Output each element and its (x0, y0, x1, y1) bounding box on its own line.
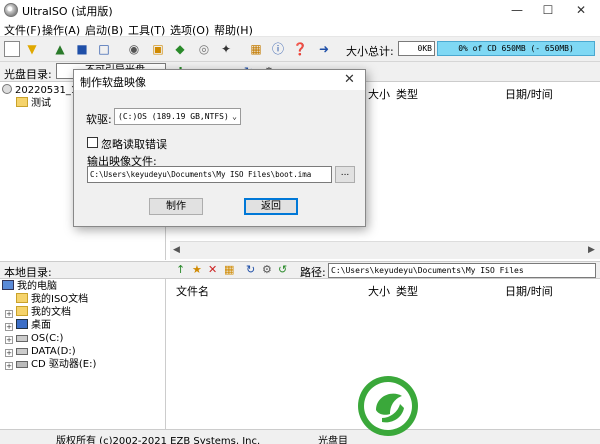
desktop-icon (16, 319, 28, 329)
expand-icon[interactable]: + (5, 310, 13, 318)
properties-icon[interactable]: ▦ (248, 41, 264, 57)
close-icon[interactable]: ✕ (566, 0, 596, 20)
disc-dir-label: 光盘目录: (4, 68, 52, 81)
save-icon[interactable]: ■ (74, 41, 90, 57)
tree-item-folder[interactable]: 测试 (16, 97, 51, 111)
extract-icon[interactable]: ▲ (52, 41, 68, 57)
title-bar: UltraISO (试用版) — ☐ ✕ (0, 0, 600, 20)
info-icon[interactable]: ⓘ (270, 41, 286, 57)
boot-icon[interactable]: ✦ (218, 41, 234, 57)
scroll-right-icon[interactable]: ▶ (588, 245, 595, 255)
folder-icon (16, 306, 28, 316)
horizontal-scrollbar[interactable]: ◀ ▶ (170, 241, 600, 259)
tree-item-my-computer[interactable]: 我的电脑 (2, 280, 57, 294)
lower-path-label: 路径: (300, 266, 326, 279)
tree-item-my-docs[interactable]: 我的文档 (16, 306, 71, 320)
tree-item-drive-d[interactable]: DATA(D:) (16, 345, 76, 359)
folder-icon (16, 293, 28, 303)
return-button[interactable]: 返回 (244, 198, 298, 215)
folder-icon (16, 97, 28, 107)
virtual-drive-icon[interactable]: ▣ (150, 41, 166, 57)
menu-help[interactable]: 帮助(H) (214, 22, 253, 38)
make-floppy-image-dialog: 制作软盘映像 ✕ 软驱: (C:)OS (189.19 GB,NTFS) ⌄ 忽… (73, 69, 366, 227)
ultraiso-app-icon (4, 3, 18, 17)
burn-icon[interactable]: ◎ (196, 41, 212, 57)
settings-local-icon[interactable]: ⚙ (262, 263, 272, 276)
expand-icon[interactable]: + (5, 349, 13, 357)
delete-icon[interactable]: ✕ (208, 263, 217, 276)
menu-bar: 文件(F) 操作(A) 启动(B) 工具(T) 选项(O) 帮助(H) (0, 20, 600, 37)
ignore-read-errors-label: 忽略读取错误 (101, 138, 167, 151)
copyright-text: 版权所有 (c)2002-2021 EZB Systems, Inc. (56, 436, 261, 444)
refresh-local-icon[interactable]: ↻ (246, 263, 255, 276)
cd-drive-icon (16, 361, 28, 368)
column-type[interactable]: 类型 (396, 283, 418, 299)
menu-file[interactable]: 文件(F) (4, 22, 41, 38)
help-icon[interactable]: ❓ (292, 41, 308, 57)
floppy-drive-select[interactable]: (C:)OS (189.19 GB,NTFS) ⌄ (114, 108, 241, 125)
capacity-bar[interactable]: 0% of CD 650MB (- 650MB) (437, 41, 595, 56)
local-tree: 我的电脑 我的ISO文档 + 我的文档 + 桌面 + OS(C:) + DATA… (0, 279, 166, 429)
column-size[interactable]: 大小 (368, 283, 390, 299)
refresh-list-icon[interactable]: ↺ (278, 263, 287, 276)
toolbar: ▼ ▲ ■ □ ◉ ▣ ◆ ◎ ✦ ▦ ⓘ ❓ ➜ 大小总计: 0KB 0% o… (0, 37, 600, 62)
new-folder-icon[interactable]: ★ (192, 263, 202, 276)
expand-icon[interactable]: + (5, 336, 13, 344)
expand-icon[interactable]: + (5, 362, 13, 370)
local-dir-label: 本地目录: (4, 266, 52, 279)
add-to-disc-icon[interactable]: ↑ (176, 263, 185, 276)
column-type[interactable]: 类型 (396, 86, 418, 102)
floppy-drive-value: (C:)OS (189.19 GB,NTFS) (118, 112, 229, 121)
folder-up-icon[interactable]: ▦ (224, 263, 234, 276)
column-size[interactable]: 大小 (368, 86, 390, 102)
tree-item-desktop[interactable]: 桌面 (16, 319, 51, 333)
size-total-label: 大小总计: (346, 45, 394, 58)
tree-item-my-iso-docs[interactable]: 我的ISO文档 (16, 293, 88, 307)
menu-tools[interactable]: 工具(T) (128, 22, 165, 38)
make-button[interactable]: 制作 (149, 198, 203, 215)
maximize-icon[interactable]: ☐ (533, 0, 563, 20)
save-as-icon[interactable]: □ (96, 41, 112, 57)
status-disc-dir: 光盘目 (318, 436, 348, 444)
menu-actions[interactable]: 操作(A) (42, 22, 80, 38)
chevron-down-icon: ⌄ (232, 112, 237, 121)
minimize-icon[interactable]: — (502, 0, 532, 20)
disc-icon (2, 84, 12, 94)
menu-boot[interactable]: 启动(B) (85, 22, 123, 38)
ignore-read-errors-checkbox[interactable] (87, 137, 98, 148)
column-datetime[interactable]: 日期/时间 (505, 86, 553, 102)
tree-item-drive-e[interactable]: CD 驱动器(E:) (16, 358, 96, 372)
local-path-field[interactable]: C:\Users\keyudeyu\Documents\My ISO Files (328, 263, 596, 278)
mount-icon[interactable]: ◉ (126, 41, 142, 57)
window-title: UltraISO (试用版) (22, 5, 113, 18)
new-icon[interactable] (4, 41, 20, 57)
dialog-title-bar: 制作软盘映像 ✕ (74, 70, 365, 90)
output-image-path-field[interactable]: C:\Users\keyudeyu\Documents\My ISO Files… (87, 166, 332, 183)
local-directory-header: 本地目录: ↑ ★ ✕ ▦ ↻ ⚙ ↺ 路径: C:\Users\keyudey… (0, 261, 600, 279)
open-icon[interactable]: ▼ (24, 41, 40, 57)
browse-button[interactable]: ... (335, 166, 355, 183)
exit-icon[interactable]: ➜ (316, 41, 332, 57)
watermark-logo-icon (358, 376, 418, 436)
status-bar: 版权所有 (c)2002-2021 EZB Systems, Inc. 光盘目 (0, 429, 600, 444)
menu-options[interactable]: 选项(O) (170, 22, 209, 38)
computer-icon (2, 280, 14, 290)
expand-icon[interactable]: + (5, 323, 13, 331)
tree-item-drive-c[interactable]: OS(C:) (16, 332, 63, 346)
hard-drive-icon (16, 335, 28, 342)
compress-icon[interactable]: ◆ (172, 41, 188, 57)
scroll-left-icon[interactable]: ◀ (173, 245, 180, 255)
column-datetime[interactable]: 日期/时间 (505, 283, 553, 299)
size-total-value: 0KB (398, 41, 435, 56)
dialog-title: 制作软盘映像 (80, 76, 146, 89)
floppy-drive-label: 软驱: (86, 113, 112, 126)
hard-drive-icon (16, 348, 28, 355)
dialog-close-icon[interactable]: ✕ (344, 72, 355, 87)
column-filename[interactable]: 文件名 (176, 283, 209, 299)
